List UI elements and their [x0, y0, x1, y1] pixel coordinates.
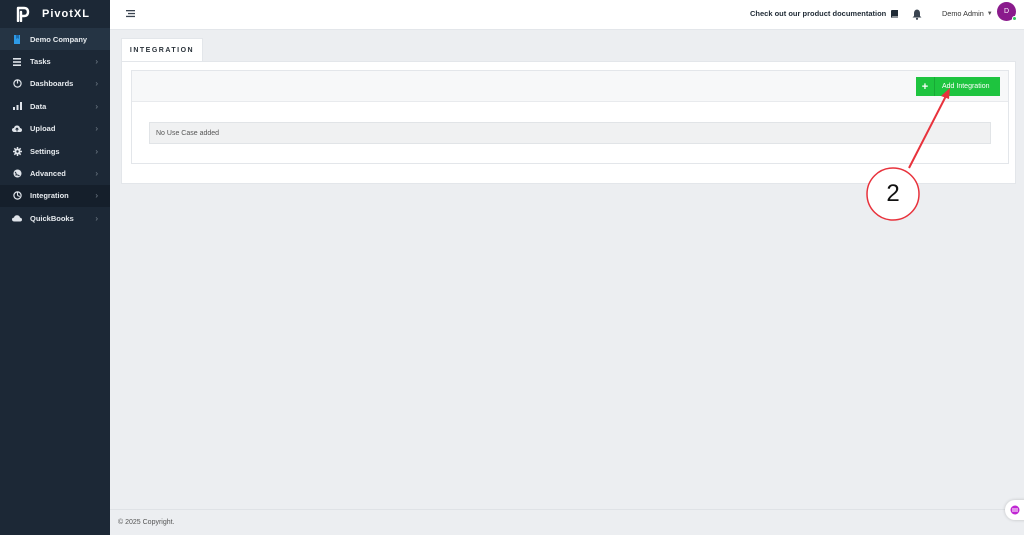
pivotxl-logo-icon — [16, 6, 30, 22]
doc-link-text: Check out our product documentation — [750, 9, 887, 18]
user-name: Demo Admin — [942, 9, 984, 18]
sidebar-item-label: QuickBooks — [30, 213, 74, 223]
app-name: PivotXL — [42, 8, 90, 20]
sidebar-item-demo-company[interactable]: Demo Company — [0, 28, 110, 51]
sidebar-item-advanced[interactable]: Advanced › — [0, 162, 110, 184]
globe-icon — [12, 169, 22, 179]
chevron-right-icon: › — [95, 101, 98, 111]
tasks-icon — [12, 57, 22, 67]
chevron-right-icon: › — [95, 124, 98, 134]
sidebar-item-quickbooks[interactable]: QuickBooks › — [0, 207, 110, 229]
sidebar-item-label: Advanced — [30, 169, 66, 179]
card-header: + Add Integration — [132, 71, 1008, 102]
chevron-right-icon: › — [95, 79, 98, 89]
sidebar-item-integration[interactable]: Integration › — [0, 184, 110, 208]
chevron-right-icon: › — [95, 191, 98, 201]
dashboard-icon — [12, 79, 22, 89]
bookmark-icon — [12, 34, 22, 44]
tab-integration[interactable]: INTEGRATION — [121, 38, 203, 62]
cloud-icon — [12, 213, 22, 223]
sidebar-item-upload[interactable]: Upload › — [0, 118, 110, 140]
avatar-initial: D — [1003, 8, 1010, 15]
sidebar-item-label: Demo Company — [30, 34, 88, 44]
integration-panel: + Add Integration No Use Case added — [121, 61, 1016, 184]
sidebar-item-label: Upload — [30, 124, 56, 134]
upload-cloud-icon — [12, 124, 22, 134]
chevron-right-icon: › — [95, 169, 98, 179]
online-status-icon — [1012, 16, 1017, 21]
book-icon — [891, 9, 899, 18]
gear-icon — [12, 146, 22, 156]
integration-icon — [12, 191, 22, 201]
chevron-right-icon: › — [95, 213, 98, 223]
bell-icon[interactable] — [912, 9, 922, 20]
sidebar-item-data[interactable]: Data › — [0, 95, 110, 117]
chevron-right-icon: › — [95, 146, 98, 156]
sidebar-item-label: Dashboards — [30, 79, 74, 89]
chat-widget-icon — [1010, 505, 1020, 515]
bar-chart-icon — [12, 101, 22, 111]
brand[interactable]: PivotXL — [0, 0, 110, 28]
sidebar-nav: Demo Company Tasks › Dashboards › Data › — [0, 28, 110, 230]
sidebar-item-label: Integration — [30, 191, 69, 201]
topbar: Check out our product documentation Demo… — [110, 0, 1024, 30]
add-integration-label: Add Integration — [942, 83, 990, 90]
user-menu[interactable]: Demo Admin ▼ — [942, 9, 993, 18]
sidebar-item-settings[interactable]: Settings › — [0, 140, 110, 162]
product-documentation-link[interactable]: Check out our product documentation — [750, 9, 899, 18]
sidebar: PivotXL Demo Company Tasks › Dashboards … — [0, 0, 110, 535]
menu-toggle-icon[interactable] — [126, 9, 135, 18]
add-integration-button[interactable]: + Add Integration — [916, 77, 1000, 96]
caret-down-icon: ▼ — [986, 10, 993, 17]
sidebar-item-label: Tasks — [30, 57, 51, 67]
tab-label: INTEGRATION — [129, 47, 195, 54]
annotation-number: 2 — [886, 180, 900, 207]
empty-state-message: No Use Case added — [149, 122, 991, 144]
integration-card: + Add Integration No Use Case added — [131, 70, 1009, 164]
plus-icon: + — [916, 77, 935, 96]
sidebar-item-label: Settings — [30, 146, 60, 156]
copyright-text: © 2025 Copyright. — [118, 519, 175, 526]
sidebar-item-tasks[interactable]: Tasks › — [0, 50, 110, 72]
sidebar-item-dashboards[interactable]: Dashboards › — [0, 73, 110, 95]
sidebar-item-label: Data — [30, 101, 47, 111]
chevron-right-icon: › — [95, 57, 98, 67]
footer: © 2025 Copyright. — [110, 509, 1024, 535]
chat-widget-button[interactable] — [1005, 500, 1024, 520]
